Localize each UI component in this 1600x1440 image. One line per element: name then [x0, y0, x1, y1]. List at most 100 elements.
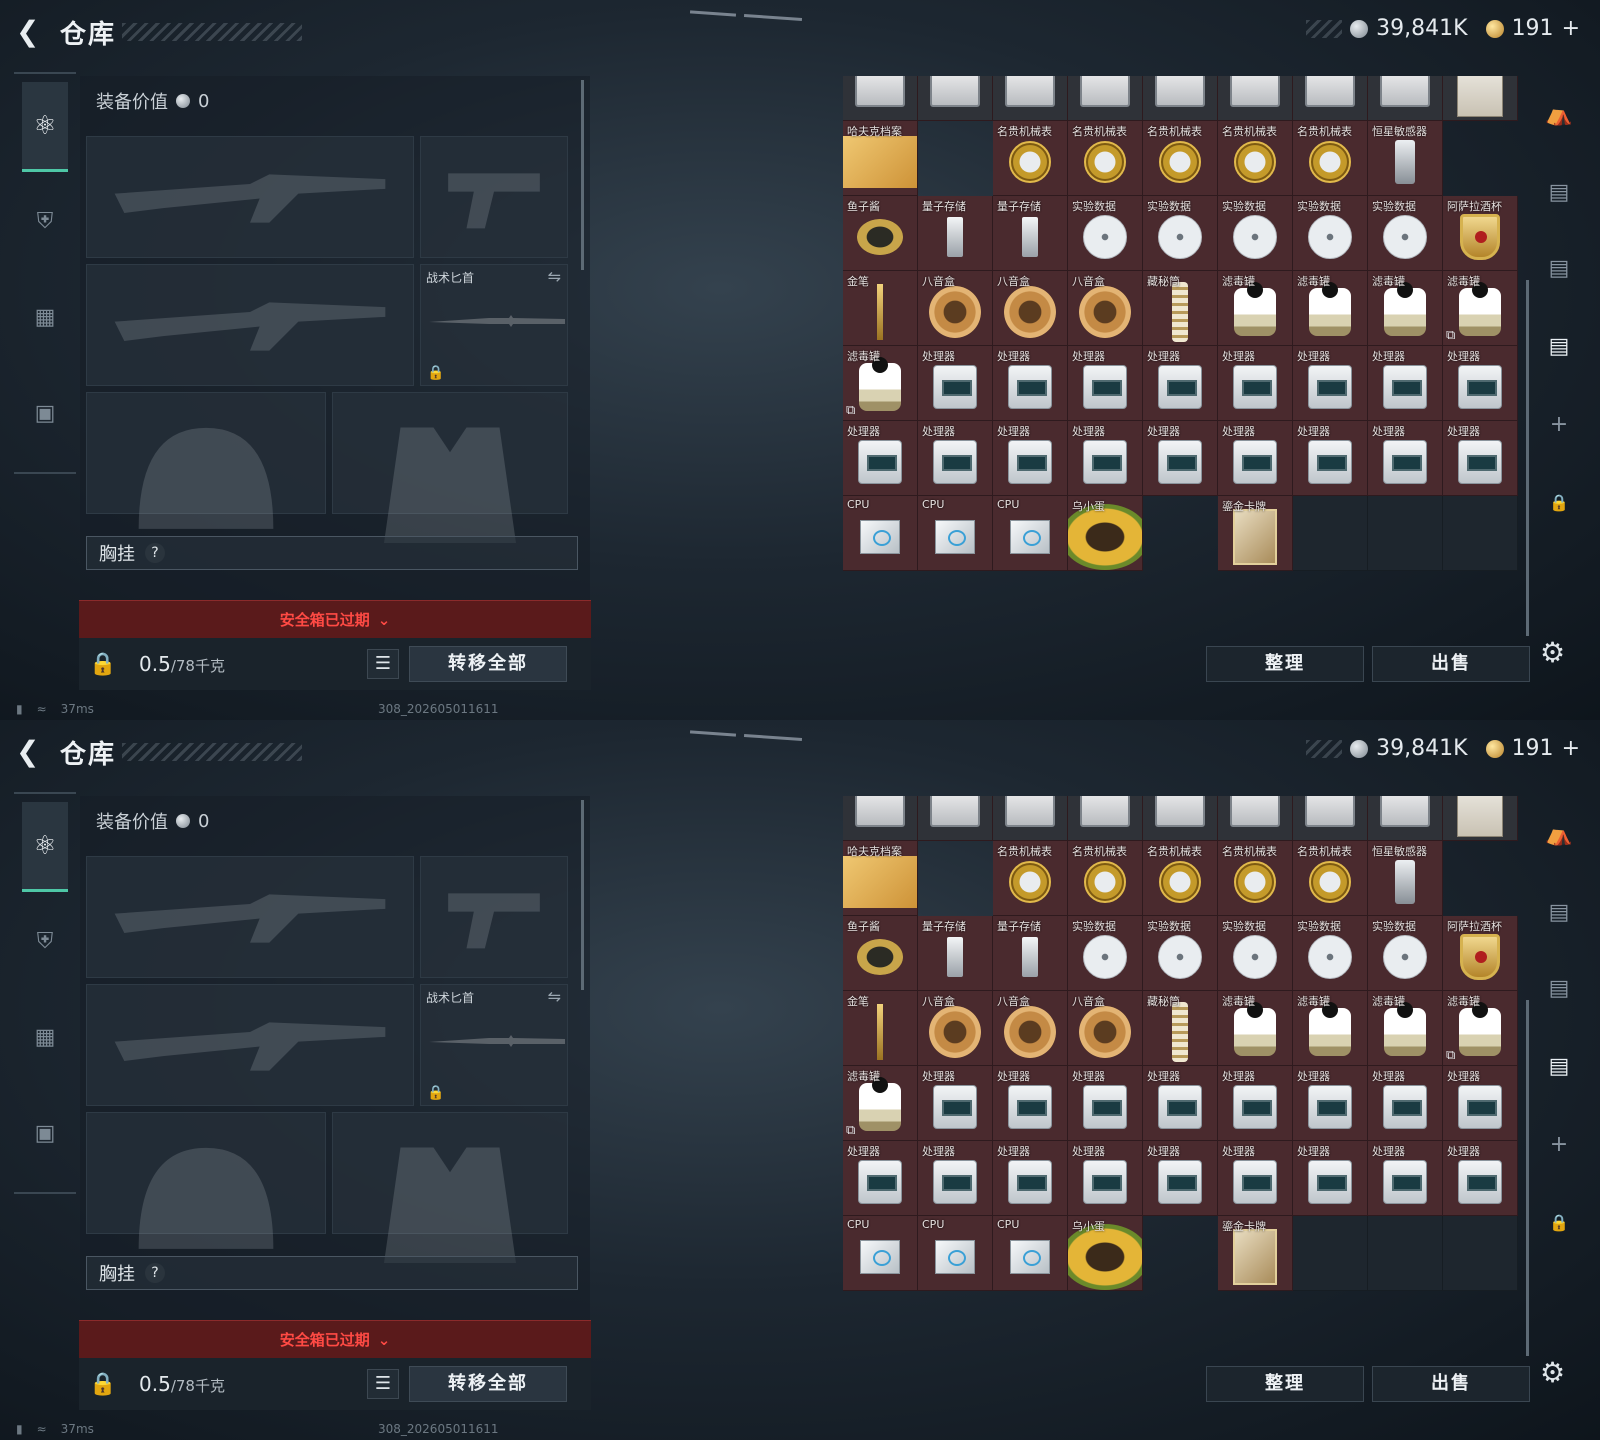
grid-item[interactable]: [843, 76, 918, 121]
grid-item[interactable]: 处理器: [1368, 421, 1443, 496]
grid-item[interactable]: 处理器: [918, 1141, 993, 1216]
help-icon[interactable]: ?: [145, 543, 165, 563]
grid-item[interactable]: 处理器: [1443, 346, 1518, 421]
grid-item[interactable]: 滤毒罐 ⧉: [1443, 991, 1518, 1066]
grid-item[interactable]: CPU: [993, 496, 1068, 571]
grid-item[interactable]: 滤毒罐 ⧉: [843, 346, 918, 421]
grid-item[interactable]: 处理器: [1143, 421, 1218, 496]
grid-item[interactable]: 滤毒罐 ⧉: [1443, 271, 1518, 346]
grid-item[interactable]: 处理器: [1068, 421, 1143, 496]
helmet-slot[interactable]: [86, 1112, 326, 1249]
grid-item[interactable]: 处理器: [993, 1141, 1068, 1216]
safe-box-expired-banner[interactable]: 安全箱已过期 ⌄: [79, 600, 591, 638]
transfer-all-button[interactable]: 转移全部: [409, 646, 567, 682]
grid-item[interactable]: 鎏金卡牌: [1218, 1216, 1293, 1291]
sidearm-slot[interactable]: [420, 856, 568, 978]
help-icon[interactable]: ?: [145, 1263, 165, 1283]
grid-item[interactable]: [993, 76, 1068, 121]
grid-item[interactable]: 八音盒: [993, 271, 1068, 346]
grid-item[interactable]: 处理器: [918, 346, 993, 421]
grid-item[interactable]: 处理器: [1143, 1066, 1218, 1141]
grid-item[interactable]: 处理器: [1143, 1141, 1218, 1216]
helmet-slot[interactable]: [86, 392, 326, 529]
grid-item[interactable]: 鱼子酱: [843, 196, 918, 271]
grid-item[interactable]: 量子存储: [993, 196, 1068, 271]
grid-item[interactable]: 处理器: [1368, 346, 1443, 421]
grid-item[interactable]: 名贵机械表: [1293, 841, 1368, 916]
grid-item[interactable]: 八音盒: [918, 991, 993, 1066]
sell-button[interactable]: 出售: [1372, 646, 1530, 682]
grid-item[interactable]: 处理器: [1218, 1141, 1293, 1216]
grid-item[interactable]: 处理器: [993, 1066, 1068, 1141]
add-currency-button[interactable]: +: [1562, 736, 1580, 761]
warehouse-scrollbar[interactable]: [1526, 280, 1529, 636]
grid-item[interactable]: [1143, 76, 1218, 121]
primary-weapon-slot[interactable]: [86, 136, 414, 258]
storage-tab-active[interactable]: ▤: [1540, 1048, 1578, 1086]
grid-item[interactable]: 实验数据: [1368, 916, 1443, 991]
grid-item[interactable]: 量子存储: [918, 196, 993, 271]
gear-icon[interactable]: ⚙: [1540, 636, 1565, 669]
grid-item[interactable]: 恒星敏感器: [1368, 841, 1443, 916]
grid-item[interactable]: 鎏金卡牌: [1218, 496, 1293, 571]
grid-item[interactable]: 藏秘筒: [1143, 271, 1218, 346]
grid-item[interactable]: [843, 796, 918, 841]
storage-tab-iii[interactable]: ▤: [1540, 970, 1578, 1008]
grid-item[interactable]: [1068, 796, 1143, 841]
grid-item[interactable]: 处理器: [1068, 1066, 1143, 1141]
grid-item[interactable]: CPU: [843, 1216, 918, 1291]
equipment-scrollbar[interactable]: [581, 800, 584, 990]
add-storage-button[interactable]: +: [1540, 1126, 1578, 1164]
grid-item[interactable]: [1368, 796, 1443, 841]
grid-item[interactable]: 处理器: [1443, 1141, 1518, 1216]
grid-item[interactable]: 恒星敏感器: [1368, 121, 1443, 196]
primary-weapon-slot[interactable]: [86, 856, 414, 978]
grid-item[interactable]: [1368, 76, 1443, 121]
grid-item[interactable]: 处理器: [1068, 346, 1143, 421]
grid-item[interactable]: [993, 796, 1068, 841]
nav-weapons[interactable]: ⚛: [22, 82, 68, 172]
grid-item[interactable]: CPU: [918, 496, 993, 571]
nav-backpack[interactable]: ▦: [22, 1014, 68, 1060]
grid-item[interactable]: 名贵机械表: [1068, 121, 1143, 196]
grid-item[interactable]: 滤毒罐: [1293, 991, 1368, 1066]
nav-backpack[interactable]: ▦: [22, 294, 68, 340]
grid-item[interactable]: 处理器: [1218, 421, 1293, 496]
secondary-weapon-slot[interactable]: [86, 264, 414, 386]
swap-icon[interactable]: ⇋: [548, 987, 561, 1006]
grid-item[interactable]: [918, 796, 993, 841]
grid-item[interactable]: 滤毒罐: [1293, 271, 1368, 346]
chest-rig-row[interactable]: 胸挂 ?: [86, 536, 578, 570]
grid-item[interactable]: 处理器: [993, 346, 1068, 421]
grid-item[interactable]: [1293, 76, 1368, 121]
grid-item[interactable]: 阿萨拉酒杯: [1443, 196, 1518, 271]
grid-item[interactable]: 处理器: [918, 421, 993, 496]
grid-item[interactable]: 处理器: [1443, 421, 1518, 496]
grid-item[interactable]: 滤毒罐: [1218, 271, 1293, 346]
sort-button[interactable]: 整理: [1206, 646, 1364, 682]
list-view-button[interactable]: ☰: [367, 649, 399, 679]
grid-item[interactable]: 实验数据: [1293, 916, 1368, 991]
grid-item[interactable]: 实验数据: [1068, 916, 1143, 991]
grid-item[interactable]: [1443, 796, 1518, 841]
grid-item[interactable]: 滤毒罐: [1368, 991, 1443, 1066]
grid-item[interactable]: [1218, 796, 1293, 841]
grid-item[interactable]: 八音盒: [918, 271, 993, 346]
grid-item[interactable]: 处理器: [918, 1066, 993, 1141]
storage-tab-iv[interactable]: ▤: [1540, 894, 1578, 932]
melee-slot[interactable]: 战术匕首 ⇋ 🔒: [420, 984, 568, 1106]
grid-item[interactable]: 哈夫克档案: [843, 121, 918, 196]
grid-item[interactable]: 处理器: [1293, 346, 1368, 421]
safe-box-expired-banner[interactable]: 安全箱已过期 ⌄: [79, 1320, 591, 1358]
equipment-scrollbar[interactable]: [581, 80, 584, 270]
storage-tab-iv[interactable]: ▤: [1540, 174, 1578, 212]
grid-item[interactable]: 处理器: [843, 421, 918, 496]
grid-item[interactable]: 滤毒罐 ⧉: [843, 1066, 918, 1141]
grid-item[interactable]: 实验数据: [1143, 916, 1218, 991]
swap-icon[interactable]: ⇋: [548, 267, 561, 286]
grid-item[interactable]: 滤毒罐: [1218, 991, 1293, 1066]
grid-item[interactable]: 处理器: [1293, 1141, 1368, 1216]
grid-item[interactable]: 实验数据: [1293, 196, 1368, 271]
grid-item[interactable]: CPU: [843, 496, 918, 571]
nav-weapons[interactable]: ⚛: [22, 802, 68, 892]
